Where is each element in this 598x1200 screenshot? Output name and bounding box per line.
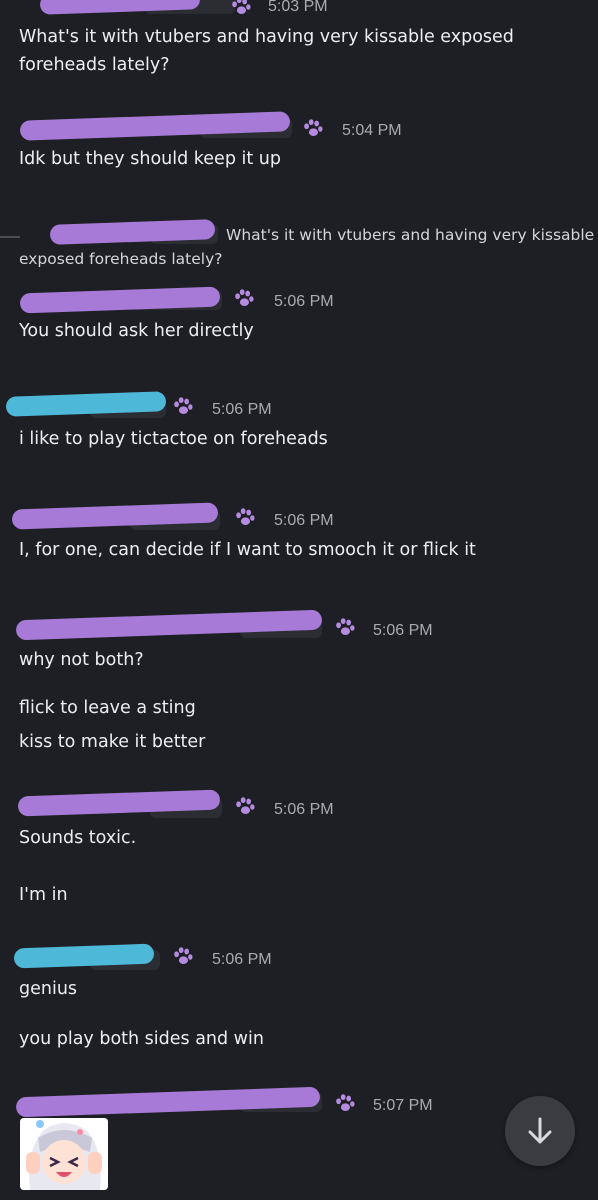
paw-icon xyxy=(234,507,256,529)
message-text: you play both sides and win xyxy=(19,1029,264,1049)
message-text: why not both? xyxy=(19,650,144,670)
message-text: genius xyxy=(19,979,78,999)
timestamp: 5:06 PM xyxy=(274,512,334,529)
timestamp: 5:04 PM xyxy=(342,122,402,139)
timestamp: 5:06 PM xyxy=(373,622,433,639)
message-text: Idk but they should keep it up xyxy=(19,149,281,169)
timestamp: 5:06 PM xyxy=(274,801,334,818)
reply-connector xyxy=(0,236,20,238)
message-text: Sounds toxic. xyxy=(19,828,137,848)
paw-icon xyxy=(172,396,194,418)
sticker-image xyxy=(20,1118,108,1190)
reply-preview-text: What's it with vtubers and having very k… xyxy=(226,226,595,244)
reply-preview-text: exposed foreheads lately? xyxy=(19,250,223,268)
paw-icon xyxy=(334,617,356,639)
paw-icon xyxy=(172,946,194,968)
message-text: I'm in xyxy=(19,885,68,905)
message-text: foreheads lately? xyxy=(19,55,170,75)
anime-girl-sticker[interactable] xyxy=(20,1118,108,1190)
redacted-username xyxy=(15,1086,321,1118)
message-text: I, for one, can decide if I want to smoo… xyxy=(19,540,476,560)
message-text: flick to leave a sting xyxy=(19,698,196,718)
timestamp: 5:06 PM xyxy=(212,401,272,418)
message-text: What's it with vtubers and having very k… xyxy=(19,27,514,47)
paw-icon xyxy=(233,288,255,310)
arrow-down-icon xyxy=(528,1117,552,1144)
timestamp: 5:06 PM xyxy=(212,951,272,968)
message-text: i like to play tictactoe on foreheads xyxy=(19,429,328,449)
paw-icon xyxy=(302,118,324,140)
message-text: kiss to make it better xyxy=(19,732,206,752)
timestamp: 5:07 PM xyxy=(373,1097,433,1114)
timestamp: 5:06 PM xyxy=(274,293,334,310)
timestamp: 5:03 PM xyxy=(268,0,328,15)
paw-icon xyxy=(334,1093,356,1115)
message-text: You should ask her directly xyxy=(19,321,254,341)
scroll-to-bottom-button[interactable] xyxy=(505,1096,575,1166)
paw-icon xyxy=(230,0,252,18)
paw-icon xyxy=(234,796,256,818)
